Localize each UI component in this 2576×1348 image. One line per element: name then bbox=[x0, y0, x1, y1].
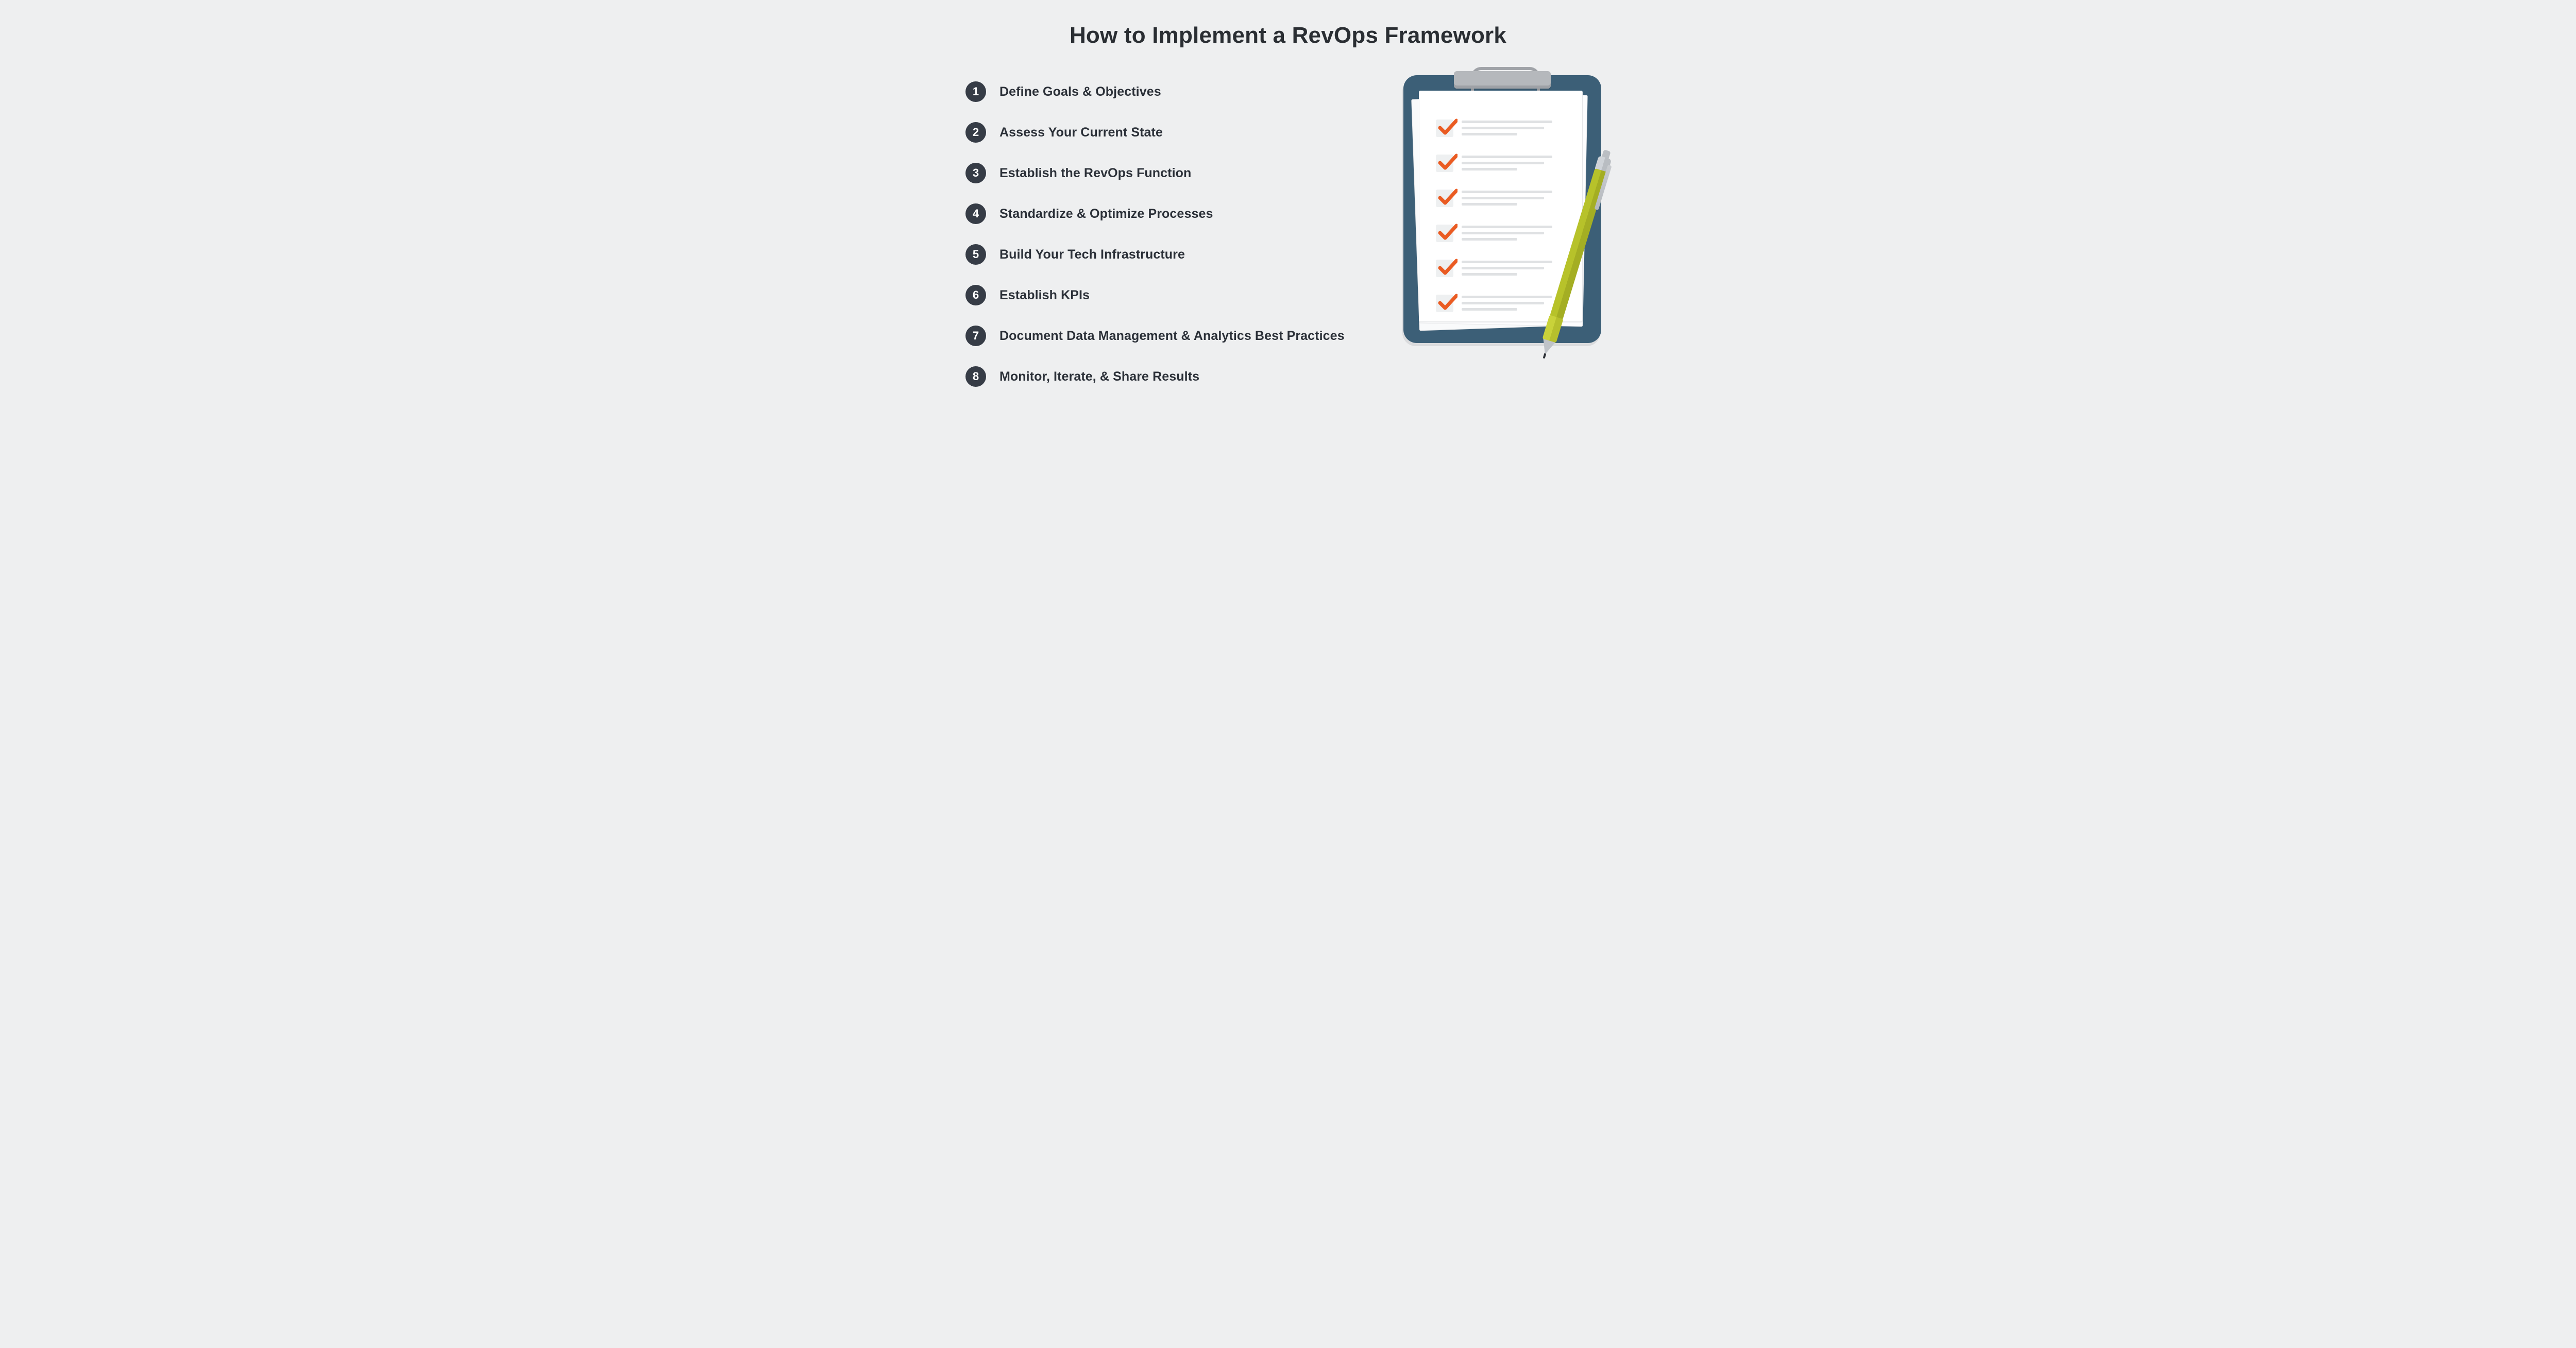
clipboard-illustration bbox=[1403, 71, 1620, 375]
checklist-row bbox=[1436, 224, 1566, 244]
step-label: Standardize & Optimize Processes bbox=[999, 208, 1213, 220]
step-item: 6 Establish KPIs bbox=[965, 285, 1378, 305]
infographic-stage: How to Implement a RevOps Framework 1 De… bbox=[894, 0, 1682, 412]
checkmark-icon bbox=[1438, 293, 1458, 312]
step-item: 1 Define Goals & Objectives bbox=[965, 81, 1378, 102]
steps-list: 1 Define Goals & Objectives 2 Assess You… bbox=[965, 81, 1378, 407]
step-item: 7 Document Data Management & Analytics B… bbox=[965, 326, 1378, 346]
page-title: How to Implement a RevOps Framework bbox=[894, 23, 1682, 48]
step-number-badge: 2 bbox=[965, 122, 986, 143]
step-label: Assess Your Current State bbox=[999, 126, 1163, 139]
checkmark-icon bbox=[1438, 152, 1458, 172]
step-item: 4 Standardize & Optimize Processes bbox=[965, 203, 1378, 224]
checklist-row bbox=[1436, 189, 1566, 209]
pen-cone bbox=[1539, 339, 1555, 356]
text-lines-icon bbox=[1462, 226, 1564, 244]
text-lines-icon bbox=[1462, 261, 1564, 279]
step-label: Establish the RevOps Function bbox=[999, 167, 1191, 180]
step-number-badge: 6 bbox=[965, 285, 986, 305]
step-number-badge: 7 bbox=[965, 326, 986, 346]
clipboard-clip-plate bbox=[1454, 71, 1551, 89]
step-label: Establish KPIs bbox=[999, 289, 1090, 302]
step-number-badge: 4 bbox=[965, 203, 986, 224]
step-item: 2 Assess Your Current State bbox=[965, 122, 1378, 143]
checklist-row bbox=[1436, 118, 1566, 139]
step-label: Monitor, Iterate, & Share Results bbox=[999, 370, 1199, 383]
step-label: Document Data Management & Analytics Bes… bbox=[999, 330, 1345, 343]
text-lines-icon bbox=[1462, 156, 1564, 174]
step-number-badge: 3 bbox=[965, 163, 986, 183]
step-label: Build Your Tech Infrastructure bbox=[999, 248, 1185, 261]
text-lines-icon bbox=[1462, 121, 1564, 139]
checklist-row bbox=[1436, 153, 1566, 174]
checklist-row bbox=[1436, 259, 1566, 279]
checkmark-icon bbox=[1438, 258, 1458, 277]
step-number-badge: 8 bbox=[965, 366, 986, 387]
step-item: 3 Establish the RevOps Function bbox=[965, 163, 1378, 183]
checkmark-icon bbox=[1438, 187, 1458, 207]
step-item: 8 Monitor, Iterate, & Share Results bbox=[965, 366, 1378, 387]
step-number-badge: 1 bbox=[965, 81, 986, 102]
step-number-badge: 5 bbox=[965, 244, 986, 265]
checkmark-icon bbox=[1438, 223, 1458, 242]
step-label: Define Goals & Objectives bbox=[999, 86, 1161, 98]
text-lines-icon bbox=[1462, 191, 1564, 209]
checkmark-icon bbox=[1438, 117, 1458, 137]
step-item: 5 Build Your Tech Infrastructure bbox=[965, 244, 1378, 265]
checklist-row bbox=[1436, 294, 1566, 314]
